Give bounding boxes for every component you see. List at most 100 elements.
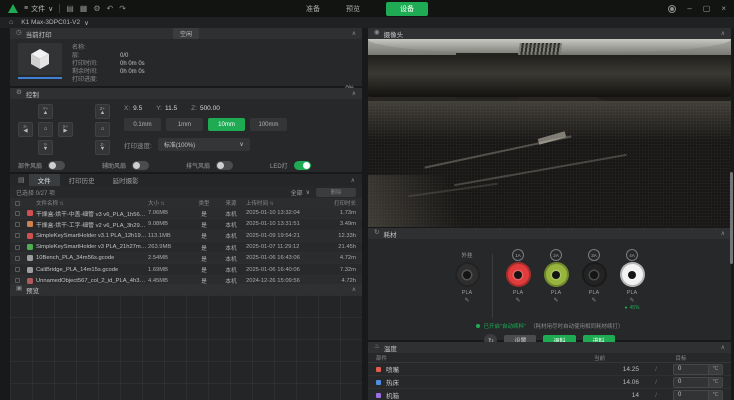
thermometer-icon: ♨ [374,344,380,351]
collapse-icon[interactable]: ∧ [352,30,356,37]
home-icon[interactable]: ⌂ [9,19,13,26]
chamber-target-input[interactable]: 0 ℃ [673,390,723,400]
row-checkbox[interactable] [15,256,20,261]
collapse-icon[interactable]: ∧ [721,344,725,351]
step-1mm-button[interactable]: 1mm [166,118,203,131]
printer-selector[interactable]: K1 Max-3DPC01-V2 ∨ [21,19,89,27]
edit-icon[interactable]: ✎ [629,297,634,304]
external-spool-slot[interactable]: 外挂 PLA ✎ [448,248,486,318]
nozzle-target-input[interactable]: 0 ℃ [673,364,723,375]
grid-icon: ▣ [16,286,22,293]
preview-panel: ▣ 预览 ∧ [10,284,362,400]
row-checkbox[interactable] [15,222,20,227]
ams-slot-4[interactable]: 4A PLA ✎ ● 45% [613,248,651,318]
edit-icon[interactable]: ✎ [515,297,520,304]
home-z-button[interactable]: ⌂ [95,122,110,137]
ams-slot-1[interactable]: 1A PLA ✎ [499,248,537,318]
sort-icon[interactable]: ⇅ [161,201,165,207]
minimize-button[interactable]: – [687,5,691,13]
step-100mm-button[interactable]: 100mm [250,118,287,131]
collapse-icon[interactable]: ∧ [721,30,725,37]
edit-icon[interactable]: ✎ [464,297,469,304]
jog-x-plus-button[interactable]: X+ ▶ [58,122,73,137]
file-menu[interactable]: ≡ 文件 ∨ [24,4,53,14]
camera-icon: ◉ [374,30,380,37]
row-checkbox[interactable] [15,233,20,238]
file-status-icon [27,210,33,216]
spool-white[interactable] [620,262,645,287]
jog-z-minus-button[interactable]: Z- ▼ [95,140,110,155]
camera-panel: ◉ 摄像头 ∧ [368,28,731,226]
table-row[interactable]: SimpleKeySmartHolder v3.1 PLA_12h19m.gco… [10,231,362,242]
exhaust-fan-toggle[interactable] [216,161,233,170]
jog-y-minus-button[interactable]: Y- ▼ [38,140,53,155]
row-checkbox[interactable] [15,211,20,216]
control-title: 控制 [26,89,39,99]
control-body: X- ◀ Y+ ▲ ⌂ Y- ▼ X [10,99,362,155]
row-checkbox[interactable] [15,245,20,250]
spool-external[interactable] [455,262,480,287]
bed-target-input[interactable]: 0 ℃ [673,377,723,388]
sort-icon[interactable]: ⇅ [270,201,274,207]
vertical-scrollbar[interactable] [730,172,733,264]
spool-green[interactable] [544,262,569,287]
tab-timelapse[interactable]: 延时摄影 [104,174,148,186]
close-button[interactable]: × [721,5,726,13]
settings-icon[interactable]: ⚙ [93,5,100,13]
row-checkbox[interactable] [15,267,20,272]
collapse-icon[interactable]: ∧ [352,286,356,293]
chamber-icon [376,393,381,398]
part-fan-toggle[interactable] [48,161,65,170]
jog-x-minus-button[interactable]: X- ◀ [18,122,33,137]
select-all-checkbox[interactable] [15,201,20,206]
filter-select[interactable]: 全部 ∨ [291,188,310,197]
undo-icon[interactable]: ↶ [107,5,114,13]
led-toggle[interactable] [294,161,311,170]
redo-icon[interactable]: ↷ [119,5,126,13]
tab-prepare[interactable]: 准备 [306,4,320,14]
temperature-title: 温度 [384,343,397,353]
collapse-icon[interactable]: ∧ [351,177,355,184]
table-row[interactable]: 10Bench_PLA_34m56s.gcode 2.54MB 是 本机 202… [10,253,362,264]
gear-icon: ⚙ [16,90,22,97]
row-checkbox[interactable] [15,278,20,283]
collapse-icon[interactable]: ∧ [721,230,725,237]
nozzle-temp-row: 喷嘴 14.25 / 0 ℃ [368,363,731,376]
file-name: 10Bench_PLA_34m56s.gcode [36,255,148,261]
files-tabs: ▤ 文件 打印历史 延时摄影 ∧ [10,174,362,186]
ams-slot-2[interactable]: 2A PLA ✎ [537,248,575,318]
edit-icon[interactable]: ✎ [553,297,558,304]
maximize-button[interactable]: ▢ [703,5,711,13]
speed-select[interactable]: 标准(100%) ∨ [158,138,250,151]
table-row[interactable]: CaliBridge_PLA_14m15s.gcode 1.69MB 是 本机 … [10,264,362,275]
table-row[interactable]: 干燥盒-烘干-工字-细管 v2 v6_PLA_3h29m.gcode 9.08M… [10,219,362,230]
ams-slot-3[interactable]: 3A PLA ✎ [575,248,613,318]
table-row[interactable]: 干燥盒-烘干-中盖-细管 v3 v6_PLA_1h56m.gcode 7.06M… [10,208,362,219]
open-file-icon[interactable]: ▤ [66,5,74,13]
spool-black[interactable] [582,262,607,287]
step-10mm-button[interactable]: 10mm [208,118,245,131]
sort-icon[interactable]: ⇅ [60,201,64,207]
save-icon[interactable]: ▦ [80,5,88,13]
tab-files[interactable]: 文件 [29,174,60,186]
control-right: X:9.5 Y:11.5 Z:500.00 0.1mm 1mm 10mm 100… [124,104,354,155]
step-0.1mm-button[interactable]: 0.1mm [124,118,161,131]
bed-icon [376,380,381,385]
jog-y-plus-button[interactable]: Y+ ▲ [38,104,53,119]
delete-button[interactable]: 删除 [316,188,356,197]
spool-red[interactable] [506,262,531,287]
drop-icon: ● [624,305,627,311]
camera-feed[interactable] [368,39,731,227]
table-row[interactable]: SimpleKeySmartHolder v3 PLA_21h27m.gcode… [10,242,362,253]
edit-icon[interactable]: ✎ [591,297,596,304]
tab-preview[interactable]: 预览 [346,4,360,14]
tab-device[interactable]: 设备 [386,2,428,16]
tab-print-history[interactable]: 打印历史 [60,174,104,186]
jog-z-plus-button[interactable]: Z+ ▲ [95,104,110,119]
home-icon: ⌂ [44,127,47,133]
aux-fan-toggle[interactable] [132,161,149,170]
app-logo-icon [8,4,18,13]
collapse-icon[interactable]: ∧ [352,90,356,97]
home-xy-button[interactable]: ⌂ [38,122,53,137]
user-avatar-icon[interactable] [668,5,676,13]
